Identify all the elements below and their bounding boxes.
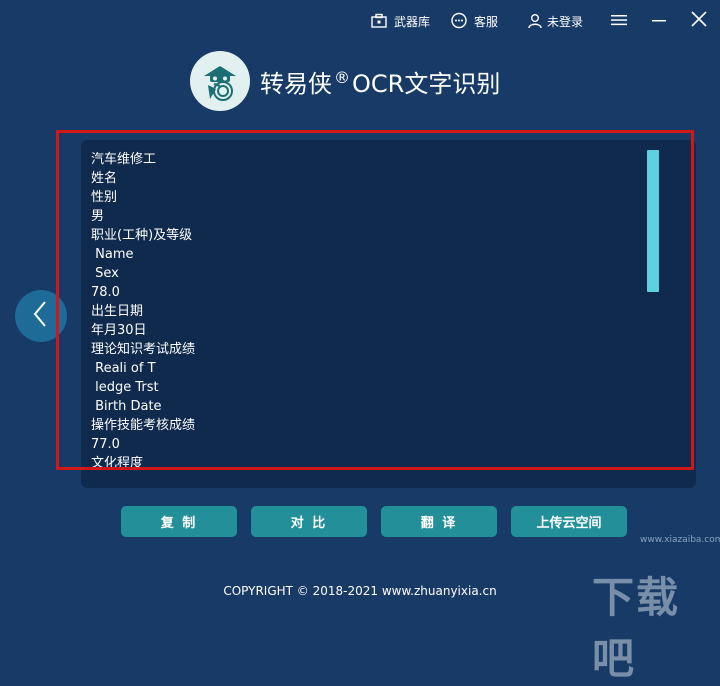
title-bar: 武器库 客服 未登录	[0, 0, 720, 44]
menu-button[interactable]	[606, 8, 632, 34]
customer-service-label: 客服	[474, 14, 499, 29]
app-logo	[190, 51, 250, 111]
ocr-result-text[interactable]: 汽车维修工姓名性别男职业(工种)及等级 Name Sex 78.0 出生日期年月30…	[91, 150, 646, 480]
close-button[interactable]	[686, 8, 712, 34]
ocr-text-line: ledge Trst	[91, 380, 159, 395]
ocr-text-line: 性别	[91, 190, 118, 205]
app-title: 转易侠 ®OCR文字识别	[260, 64, 500, 99]
login-button[interactable]: 未登录	[527, 10, 583, 32]
minimize-button[interactable]	[646, 8, 672, 34]
scrollbar-thumb[interactable]	[647, 150, 659, 292]
hamburger-menu-icon	[611, 12, 627, 31]
ocr-text-line: 78.0	[91, 285, 120, 300]
ocr-text-line: 出生日期	[91, 304, 144, 319]
ocr-text-line: Reali of T	[91, 361, 156, 376]
scrollbar[interactable]	[647, 150, 659, 480]
chevron-left-icon	[31, 300, 51, 332]
ocr-text-line: 理论知识考试成绩	[91, 342, 196, 357]
arsenal-label: 武器库	[394, 14, 431, 29]
arsenal-button[interactable]: 武器库	[370, 10, 430, 32]
ocr-text-line: 男	[91, 209, 105, 224]
ocr-text-line: 汽车维修工	[91, 152, 157, 167]
brand-header: 转易侠 ®OCR文字识别	[190, 50, 500, 112]
ocr-text-line: Birth Date	[91, 399, 162, 414]
previous-button[interactable]	[15, 290, 67, 342]
ocr-text-line: 职业(工种)及等级	[91, 228, 193, 243]
minimize-icon	[651, 12, 667, 31]
watermark-logo: 下载吧	[592, 573, 681, 683]
watermark-url: www.xiazaiba.com	[640, 535, 720, 545]
chat-bubble-icon	[450, 12, 468, 30]
login-label: 未登录	[547, 14, 584, 29]
toolbox-icon	[370, 12, 388, 30]
user-icon	[527, 12, 545, 30]
registered-mark: ®	[334, 67, 350, 87]
customer-service-button[interactable]: 客服	[450, 10, 498, 32]
compare-button[interactable]: 对 比	[251, 506, 367, 537]
close-icon	[691, 11, 707, 31]
ocr-result-panel[interactable]: 汽车维修工姓名性别男职业(工种)及等级 Name Sex 78.0 出生日期年月30…	[81, 140, 696, 488]
ocr-text-line: 文化程度	[91, 456, 144, 471]
ocr-text-line: 77.0	[91, 437, 120, 452]
product-name: OCR文字识别	[352, 69, 501, 98]
ocr-text-line: 年月30日	[91, 323, 147, 338]
ocr-text-line: Sex	[91, 266, 119, 281]
translate-button[interactable]: 翻 译	[381, 506, 497, 537]
copy-button[interactable]: 复 制	[121, 506, 237, 537]
ocr-text-line: 姓名	[91, 171, 118, 186]
ocr-text-line: Name	[91, 247, 134, 262]
ocr-text-line: 操作技能考核成绩	[91, 418, 196, 433]
brand-name: 转易侠	[260, 69, 332, 98]
upload-cloud-button[interactable]: 上传云空间	[511, 506, 627, 537]
